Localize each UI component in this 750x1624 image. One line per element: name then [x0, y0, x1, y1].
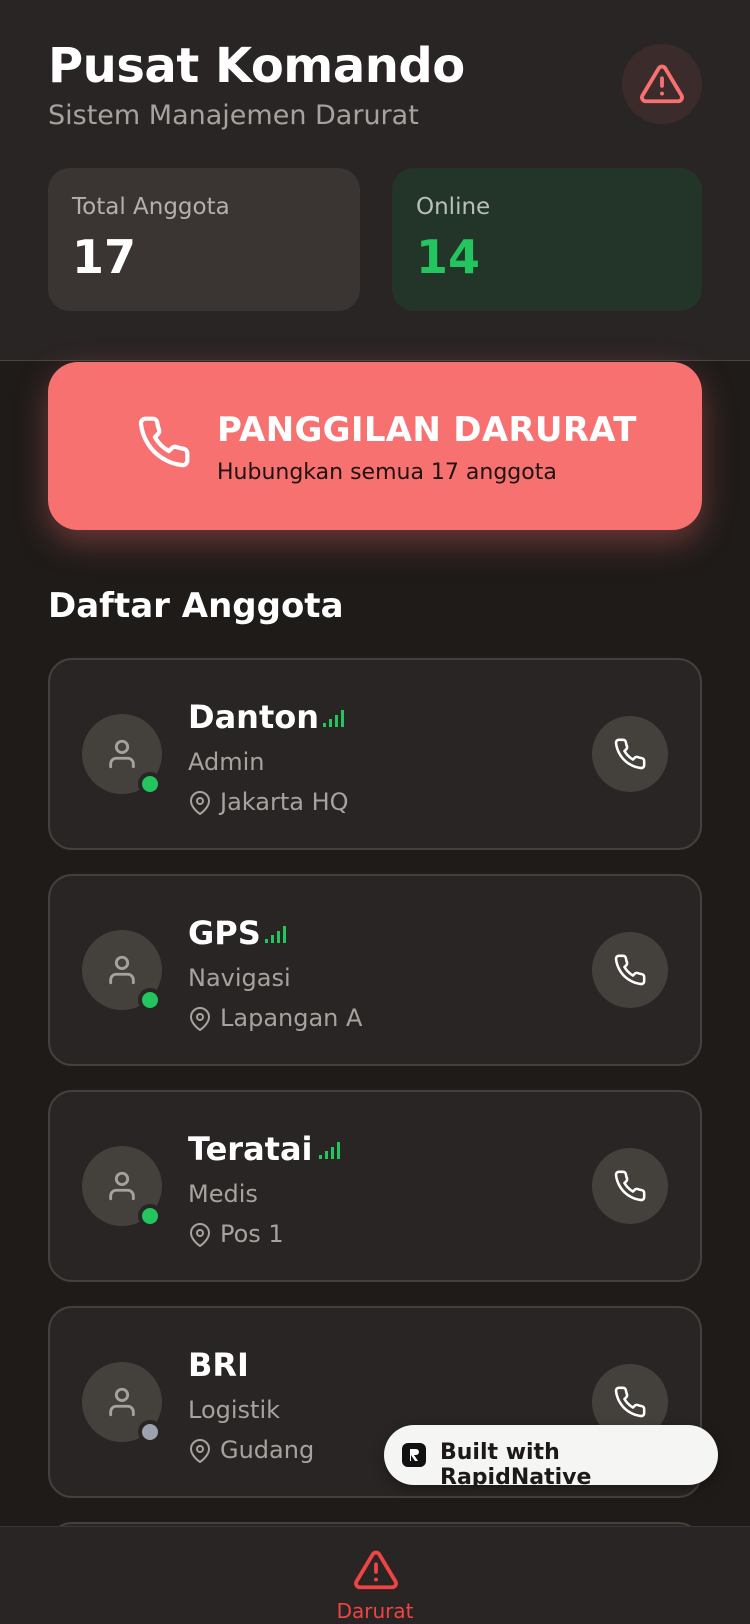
- member-role: Admin: [188, 748, 265, 776]
- phone-icon: [614, 1386, 646, 1418]
- member-name: Teratai: [188, 1130, 313, 1168]
- stat-value: 17: [72, 230, 137, 284]
- user-icon: [109, 1387, 135, 1417]
- page-title: Pusat Komando: [48, 38, 465, 94]
- map-pin-icon: [190, 1439, 210, 1463]
- member-location: Jakarta HQ: [220, 788, 349, 816]
- section-title: Daftar Anggota: [48, 586, 344, 626]
- phone-icon: [614, 1170, 646, 1202]
- member-name: Danton: [188, 698, 319, 736]
- stat-label: Total Anggota: [72, 194, 230, 220]
- page-subtitle: Sistem Manajemen Darurat: [48, 100, 419, 131]
- member-name: BRI: [188, 1346, 249, 1384]
- user-icon: [109, 1171, 135, 1201]
- member-role: Logistik: [188, 1396, 281, 1424]
- stat-label: Online: [416, 194, 491, 220]
- member-name: GPS: [188, 914, 261, 952]
- alert-button[interactable]: [622, 44, 702, 124]
- user-icon: [109, 739, 135, 769]
- stat-value: 14: [416, 230, 481, 284]
- member-card[interactable]: Teratai Medis Pos 1: [48, 1090, 702, 1282]
- status-dot-online: [138, 772, 162, 796]
- member-role: Navigasi: [188, 964, 291, 992]
- phone-icon: [614, 954, 646, 986]
- rapidnative-logo-icon: [402, 1443, 426, 1467]
- signal-icon: [319, 1142, 340, 1159]
- member-role: Medis: [188, 1180, 258, 1208]
- status-dot-offline: [138, 1420, 162, 1444]
- phone-icon: [614, 738, 646, 770]
- call-button[interactable]: [592, 716, 668, 792]
- status-dot-online: [138, 988, 162, 1012]
- signal-icon: [265, 926, 286, 943]
- member-location: Lapangan A: [220, 1004, 363, 1032]
- emergency-subtitle: Hubungkan semua 17 anggota: [217, 460, 557, 485]
- alert-triangle-icon: [640, 64, 684, 104]
- emergency-call-button[interactable]: PANGGILAN DARURAT Hubungkan semua 17 ang…: [48, 362, 702, 530]
- alert-triangle-icon: [354, 1550, 398, 1590]
- stat-card-total: Total Anggota 17: [48, 168, 360, 311]
- phone-icon: [138, 416, 190, 468]
- rapidnative-mark-icon: [410, 1449, 419, 1461]
- map-pin-icon: [190, 1223, 210, 1247]
- built-with-badge[interactable]: Built with RapidNative: [384, 1425, 718, 1490]
- badge-label: Built with RapidNative: [440, 1440, 592, 1490]
- call-button[interactable]: [592, 1148, 668, 1224]
- member-card[interactable]: GPS Navigasi Lapangan A: [48, 874, 702, 1066]
- call-button[interactable]: [592, 932, 668, 1008]
- app-screen: Pusat Komando Sistem Manajemen Darurat T…: [0, 0, 750, 1624]
- map-pin-icon: [190, 1007, 210, 1031]
- header: Pusat Komando Sistem Manajemen Darurat T…: [0, 0, 750, 361]
- signal-icon: [323, 710, 344, 727]
- bottom-nav: Darurat: [0, 1526, 750, 1624]
- nav-label: Darurat: [336, 1599, 414, 1623]
- stat-card-online: Online 14: [392, 168, 702, 311]
- emergency-title: PANGGILAN DARURAT: [217, 410, 637, 450]
- user-icon: [109, 955, 135, 985]
- member-card[interactable]: Danton Admin Jakarta HQ: [48, 658, 702, 850]
- member-location: Gudang: [220, 1436, 315, 1464]
- map-pin-icon: [190, 791, 210, 815]
- status-dot-online: [138, 1204, 162, 1228]
- member-location: Pos 1: [220, 1220, 284, 1248]
